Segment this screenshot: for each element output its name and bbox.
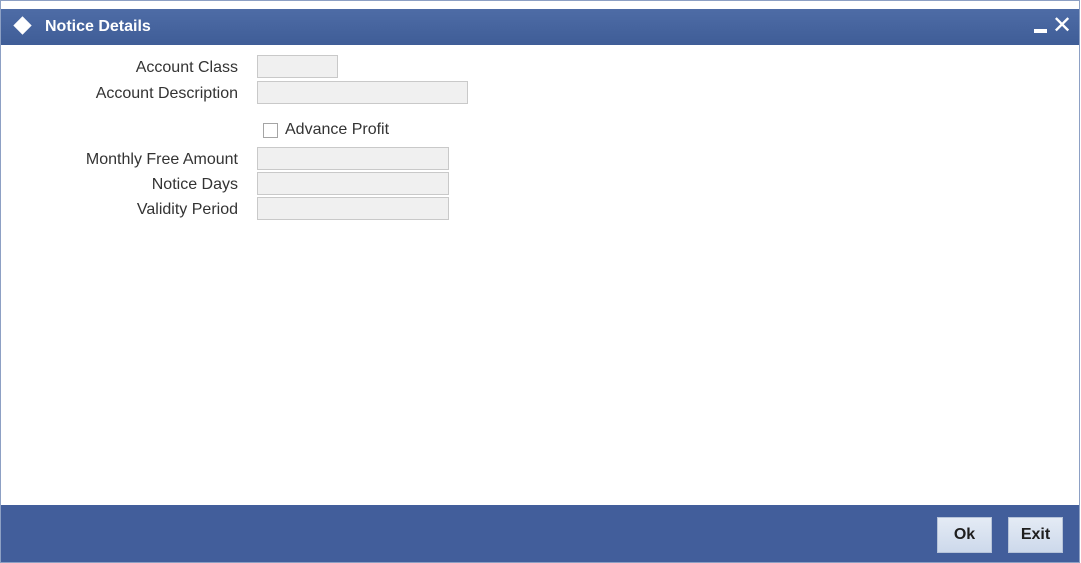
monthly-free-amount-label: Monthly Free Amount [85,151,238,168]
notice-days-field[interactable] [257,172,449,195]
account-description-label: Account Description [95,85,238,102]
account-description-field[interactable] [257,81,468,104]
notice-days-label: Notice Days [151,176,238,193]
footer-bar: Ok Exit [1,505,1079,562]
exit-button[interactable]: Exit [1008,517,1063,553]
validity-period-field[interactable] [257,197,449,220]
advance-profit-checkbox[interactable] [263,123,278,138]
account-class-field[interactable] [257,55,338,78]
close-icon[interactable]: ✕ [1052,12,1072,40]
minimize-icon[interactable] [1034,29,1047,33]
title-bar: Notice Details ✕ [1,9,1079,45]
window-title: Notice Details [45,18,151,35]
ok-button[interactable]: Ok [937,517,992,553]
monthly-free-amount-field[interactable] [257,147,449,170]
advance-profit-label: Advance Profit [285,121,390,138]
account-class-label: Account Class [135,59,238,76]
notice-details-window: Notice Details ✕ Account Class Account D… [0,0,1080,563]
diamond-icon [13,16,32,35]
validity-period-label: Validity Period [136,201,238,218]
